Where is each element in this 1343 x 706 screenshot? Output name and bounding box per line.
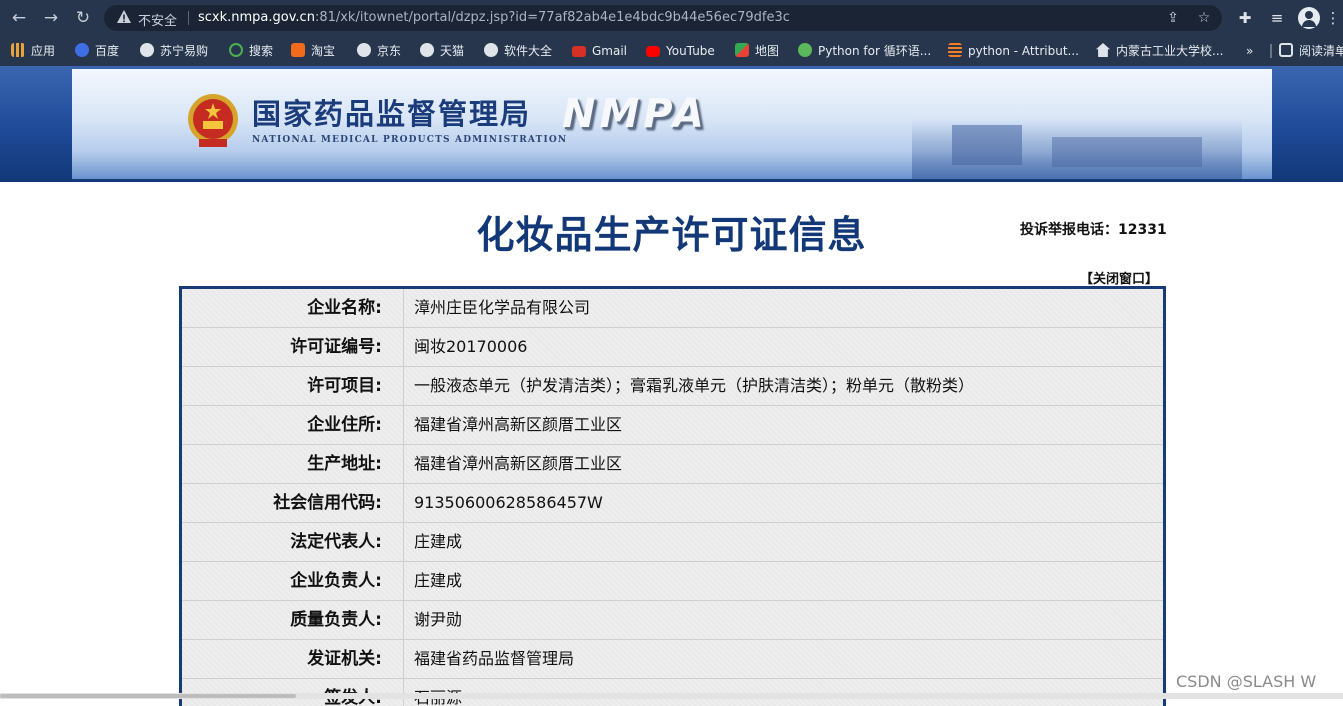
field-value: 91350600628586457W bbox=[414, 493, 603, 512]
bookmark-suning[interactable]: 苏宁易购 bbox=[140, 42, 208, 60]
table-row: 质量负责人: 谢尹勋 bbox=[182, 601, 1163, 640]
bookmark-software[interactable]: 软件大全 bbox=[484, 42, 552, 60]
search-ring-icon bbox=[229, 43, 243, 57]
map-pin-icon bbox=[735, 43, 749, 57]
table-row: 企业负责人: 庄建成 bbox=[182, 562, 1163, 601]
bookmark-search[interactable]: 搜索 bbox=[229, 42, 273, 60]
bookmarks-overflow-chevron-icon[interactable]: » bbox=[1246, 42, 1253, 60]
gmail-envelope-icon bbox=[572, 46, 586, 57]
security-label[interactable]: 不安全 bbox=[138, 10, 177, 29]
bookmark-stackoverflow[interactable]: python - Attribut... bbox=[948, 42, 1079, 60]
field-label: 企业名称: bbox=[182, 289, 404, 327]
forward-arrow-icon[interactable]: → bbox=[40, 7, 62, 29]
table-row: 法定代表人: 庄建成 bbox=[182, 523, 1163, 562]
org-name-en: NATIONAL MEDICAL PRODUCTS ADMINISTRATION bbox=[252, 135, 568, 145]
address-divider bbox=[188, 11, 189, 25]
chat-bubble-icon bbox=[798, 43, 812, 57]
bookmark-taobao[interactable]: 淘宝 bbox=[291, 42, 335, 60]
star-bookmark-icon[interactable]: ☆ bbox=[1195, 9, 1213, 27]
bookmark-maps[interactable]: 地图 bbox=[735, 42, 779, 60]
field-label: 法定代表人: bbox=[182, 523, 404, 561]
complaint-hotline: 投诉举报电话：12331 bbox=[1020, 222, 1167, 238]
home-icon bbox=[1096, 43, 1110, 57]
org-name-cn: 国家药品监督管理局 bbox=[252, 97, 532, 131]
field-value: 庄建成 bbox=[414, 571, 463, 590]
license-info-table: 企业名称: 漳州庄臣化学品有限公司 许可证编号: 闽妆20170006 许可项目: 一… bbox=[179, 286, 1166, 706]
table-row: 许可证编号: 闽妆20170006 bbox=[182, 328, 1163, 367]
bookmark-python-for[interactable]: Python for 循环语... bbox=[798, 42, 931, 60]
field-value: 漳州庄臣化学品有限公司 bbox=[414, 298, 591, 317]
url-path: :81/xk/itownet/portal/dzpz.jsp?id=77af82… bbox=[314, 10, 790, 25]
great-wall-graphic bbox=[912, 119, 1242, 179]
url-text[interactable]: scxk.nmpa.gov.cn:81/xk/itownet/portal/dz… bbox=[198, 10, 790, 25]
back-arrow-icon[interactable]: ← bbox=[8, 7, 30, 29]
field-value: 谢尹勋 bbox=[414, 610, 463, 629]
media-queue-icon[interactable]: ≡ bbox=[1266, 7, 1288, 29]
field-value: 福建省漳州高新区颜厝工业区 bbox=[414, 415, 623, 434]
csdn-watermark: CSDN @SLASH W bbox=[1176, 672, 1317, 691]
bookmark-gmail[interactable]: Gmail bbox=[572, 42, 627, 60]
table-row: 社会信用代码: 91350600628586457W bbox=[182, 484, 1163, 523]
field-value: 庄建成 bbox=[414, 532, 463, 551]
bookmark-tmall[interactable]: 天猫 bbox=[420, 42, 464, 60]
apps-grid-icon bbox=[11, 43, 25, 57]
national-emblem-icon bbox=[188, 94, 238, 147]
menu-dots-icon[interactable]: ⋮ bbox=[1322, 7, 1343, 29]
bookmarks-bar: 应用 百度 苏宁易购 搜索 淘宝 京东 天猫 软件大全 Gmail YouTub… bbox=[0, 36, 1343, 66]
bookmarks-divider bbox=[1270, 44, 1272, 58]
field-label: 发证机关: bbox=[182, 640, 404, 678]
field-value: 福建省药品监督管理局 bbox=[414, 649, 575, 668]
browser-toolbar: ← → ↻ 不安全 scxk.nmpa.gov.cn:81/xk/itownet… bbox=[0, 0, 1343, 36]
stack-icon bbox=[948, 43, 962, 57]
header-banner: 国家药品监督管理局 NATIONAL MEDICAL PRODUCTS ADMI… bbox=[72, 69, 1272, 179]
profile-avatar[interactable] bbox=[1298, 7, 1320, 29]
share-icon[interactable]: ⇪ bbox=[1164, 9, 1182, 27]
url-host: scxk.nmpa.gov.cn bbox=[198, 10, 315, 25]
table-row: 企业名称: 漳州庄臣化学品有限公司 bbox=[182, 289, 1163, 328]
table-row: 企业住所: 福建省漳州高新区颜厝工业区 bbox=[182, 406, 1163, 445]
field-label: 许可证编号: bbox=[182, 328, 404, 366]
bookmark-imut[interactable]: 内蒙古工业大学校... bbox=[1096, 42, 1223, 60]
nmpa-logo-text: NMPA bbox=[562, 91, 708, 137]
field-label: 许可项目: bbox=[182, 367, 404, 405]
field-label: 生产地址: bbox=[182, 445, 404, 483]
address-bar[interactable]: 不安全 scxk.nmpa.gov.cn:81/xk/itownet/porta… bbox=[104, 5, 1222, 31]
horizontal-scrollbar[interactable] bbox=[0, 693, 1343, 699]
bookmark-apps[interactable]: 应用 bbox=[11, 42, 55, 60]
field-label: 企业负责人: bbox=[182, 562, 404, 600]
bookmark-baidu[interactable]: 百度 bbox=[75, 42, 119, 60]
globe-icon bbox=[140, 43, 154, 57]
field-value: 福建省漳州高新区颜厝工业区 bbox=[414, 454, 623, 473]
bookmark-reading-list[interactable]: 阅读清单 bbox=[1279, 42, 1343, 60]
table-row: 许可项目: 一般液态单元（护发清洁类）；膏霜乳液单元（护肤清洁类）；粉单元（散粉类… bbox=[182, 367, 1163, 406]
warning-icon bbox=[117, 10, 131, 23]
table-row: 生产地址: 福建省漳州高新区颜厝工业区 bbox=[182, 445, 1163, 484]
youtube-play-icon bbox=[646, 46, 660, 57]
field-value: 闽妆20170006 bbox=[414, 337, 528, 356]
reading-list-icon bbox=[1279, 43, 1293, 57]
field-label: 社会信用代码: bbox=[182, 484, 404, 522]
baidu-paw-icon bbox=[75, 43, 89, 57]
field-label: 企业住所: bbox=[182, 406, 404, 444]
taobao-icon bbox=[291, 43, 305, 57]
extensions-puzzle-icon[interactable]: ✚ bbox=[1234, 7, 1256, 29]
reload-icon[interactable]: ↻ bbox=[72, 7, 94, 29]
globe-icon bbox=[357, 43, 371, 57]
table-row: 发证机关: 福建省药品监督管理局 bbox=[182, 640, 1163, 679]
field-label: 质量负责人: bbox=[182, 601, 404, 639]
globe-icon bbox=[484, 43, 498, 57]
globe-icon bbox=[420, 43, 434, 57]
bookmark-jd[interactable]: 京东 bbox=[357, 42, 401, 60]
field-value: 一般液态单元（护发清洁类）；膏霜乳液单元（护肤清洁类）；粉单元（散粉类） bbox=[414, 376, 975, 395]
close-window-link[interactable]: 【关闭窗口】 bbox=[1080, 268, 1158, 287]
site-header: 国家药品监督管理局 NATIONAL MEDICAL PRODUCTS ADMI… bbox=[0, 66, 1343, 182]
bookmark-youtube[interactable]: YouTube bbox=[646, 42, 715, 60]
